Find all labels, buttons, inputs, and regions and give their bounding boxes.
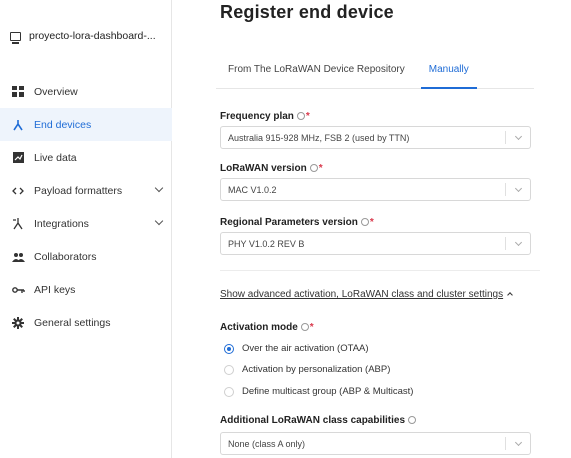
tab-manually[interactable]: Manually — [417, 52, 481, 89]
radio-button[interactable] — [224, 386, 234, 397]
sidebar-item-general-settings[interactable]: General settings — [0, 306, 172, 339]
regional-params-select[interactable]: PHY V1.0.2 REV B — [220, 232, 531, 255]
chevron-down-icon[interactable] — [154, 216, 164, 226]
chevron-down-icon[interactable] — [154, 183, 164, 193]
chevron-down-icon[interactable] — [514, 184, 523, 193]
lorawan-version-select[interactable]: MAC V1.0.2 — [220, 178, 531, 201]
lorawan-version-value: MAC V1.0.2 — [228, 184, 277, 195]
sidebar-item-label: Payload formatters — [34, 184, 123, 197]
sidebar-item-label: Integrations — [34, 217, 89, 230]
sidebar-item-collaborators[interactable]: Collaborators — [0, 240, 172, 273]
radio-label: Define multicast group (ABP & Multicast) — [242, 386, 414, 397]
radio-button[interactable] — [224, 364, 234, 375]
activation-mode-label: Activation mode * — [220, 322, 314, 333]
key-icon — [11, 284, 25, 296]
sidebar-item-integrations[interactable]: Integrations — [0, 207, 172, 240]
radio-label: Activation by personalization (ABP) — [242, 364, 391, 375]
frequency-plan-label: Frequency plan * — [220, 111, 310, 122]
sidebar-item-label: End devices — [34, 118, 92, 131]
select-separator — [505, 183, 506, 196]
live-data-icon — [11, 152, 25, 164]
tab-device-repository[interactable]: From The LoRaWAN Device Repository — [216, 52, 417, 88]
sidebar: proyecto-lora-dashboard-... Overview End… — [0, 0, 172, 458]
page-title: Register end device — [220, 2, 394, 22]
monitor-icon — [10, 31, 21, 44]
required-mark: * — [369, 217, 374, 228]
sidebar-nav: Overview End devices Live data Payload f… — [0, 75, 172, 339]
sidebar-item-overview[interactable]: Overview — [0, 75, 172, 108]
sidebar-item-label: API keys — [34, 283, 76, 296]
help-icon[interactable] — [309, 164, 318, 172]
help-icon[interactable] — [360, 218, 369, 226]
regional-params-value: PHY V1.0.2 REV B — [228, 238, 305, 249]
app-name: proyecto-lora-dashboard-... — [29, 30, 156, 42]
divider — [220, 270, 540, 271]
class-capabilities-label: Additional LoRaWAN class capabilities — [220, 415, 417, 426]
registration-tabs: From The LoRaWAN Device Repository Manua… — [216, 52, 534, 89]
chevron-down-icon[interactable] — [514, 438, 523, 447]
radio-multicast[interactable]: Define multicast group (ABP & Multicast) — [224, 386, 413, 397]
end-devices-icon — [11, 119, 25, 131]
radio-abp[interactable]: Activation by personalization (ABP) — [224, 364, 390, 375]
app-selector[interactable]: proyecto-lora-dashboard-... — [10, 30, 156, 44]
sidebar-item-payload-formatters[interactable]: Payload formatters — [0, 174, 172, 207]
select-separator — [505, 437, 506, 450]
regional-params-label: Regional Parameters version * — [220, 217, 374, 228]
radio-otaa[interactable]: Over the air activation (OTAA) — [224, 343, 369, 354]
radio-label: Over the air activation (OTAA) — [242, 343, 369, 354]
help-icon[interactable] — [408, 416, 417, 424]
sidebar-item-label: Live data — [34, 151, 77, 164]
frequency-plan-select[interactable]: Australia 915-928 MHz, FSB 2 (used by TT… — [220, 126, 531, 149]
lorawan-version-label: LoRaWAN version * — [220, 163, 323, 174]
select-separator — [505, 131, 506, 144]
sidebar-item-label: Overview — [34, 85, 78, 98]
required-mark: * — [305, 111, 310, 122]
overview-icon — [11, 86, 25, 98]
chevron-down-icon[interactable] — [514, 238, 523, 247]
help-icon[interactable] — [296, 112, 305, 120]
sidebar-item-label: General settings — [34, 316, 111, 329]
radio-button[interactable] — [224, 343, 234, 354]
required-mark: * — [309, 322, 314, 333]
select-separator — [505, 237, 506, 250]
help-icon[interactable] — [300, 323, 309, 331]
chevron-down-icon[interactable] — [514, 132, 523, 141]
chevron-up-icon — [507, 292, 513, 298]
required-mark: * — [318, 163, 323, 174]
class-capabilities-value: None (class A only) — [228, 438, 306, 449]
sidebar-item-label: Collaborators — [34, 250, 97, 263]
frequency-plan-value: Australia 915-928 MHz, FSB 2 (used by TT… — [228, 132, 410, 143]
advanced-settings-toggle[interactable]: Show advanced activation, LoRaWAN class … — [220, 289, 513, 300]
sidebar-item-live-data[interactable]: Live data — [0, 141, 172, 174]
collaborators-icon — [11, 251, 25, 263]
main-content: Register end device From The LoRaWAN Dev… — [172, 0, 571, 458]
class-capabilities-select[interactable]: None (class A only) — [220, 432, 531, 455]
sidebar-item-api-keys[interactable]: API keys — [0, 273, 172, 306]
gear-icon — [11, 316, 25, 329]
sidebar-item-end-devices[interactable]: End devices — [0, 108, 172, 141]
integrations-icon — [11, 217, 25, 230]
code-icon — [11, 185, 25, 197]
